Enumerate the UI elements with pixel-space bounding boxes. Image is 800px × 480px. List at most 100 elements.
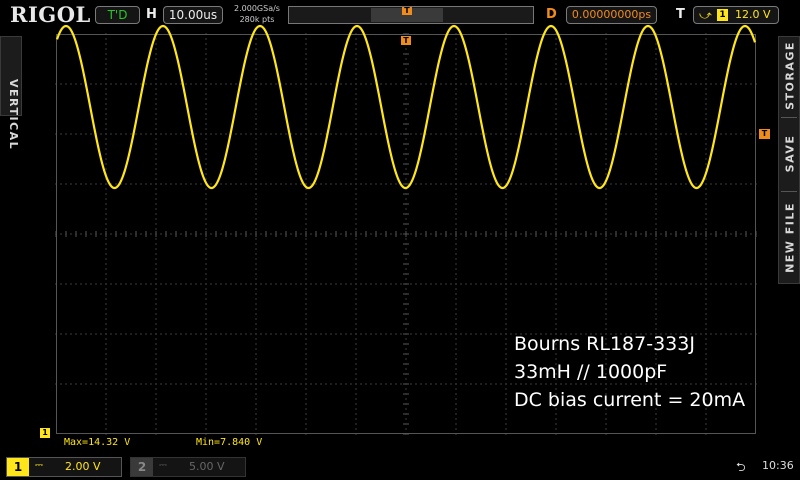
grid-dot bbox=[105, 388, 107, 390]
grid-dot bbox=[320, 233, 322, 235]
grid-dot bbox=[205, 358, 207, 360]
trigger-level-marker[interactable]: T bbox=[759, 129, 770, 139]
grid-dot bbox=[555, 183, 557, 185]
grid-dot bbox=[750, 133, 752, 135]
grid-dot bbox=[280, 133, 282, 135]
grid-dot bbox=[185, 133, 187, 135]
grid-dot bbox=[605, 158, 607, 160]
grid-dot bbox=[205, 188, 207, 190]
grid-dot bbox=[290, 383, 292, 385]
grid-dot bbox=[355, 333, 357, 335]
grid-dot bbox=[415, 283, 417, 285]
grid-dot bbox=[255, 108, 257, 110]
grid-dot bbox=[90, 333, 92, 335]
grid-dot bbox=[260, 183, 262, 185]
grid-dot bbox=[205, 58, 207, 60]
grid-dot bbox=[640, 133, 642, 135]
grid-dot bbox=[205, 418, 207, 420]
grid-dot bbox=[740, 233, 742, 235]
grid-dot bbox=[255, 243, 257, 245]
grid-dot bbox=[260, 133, 262, 135]
grid-dot bbox=[80, 233, 82, 235]
grid-dot bbox=[705, 93, 707, 95]
grid-dot bbox=[555, 78, 557, 80]
grid-dot bbox=[105, 118, 107, 120]
grid-dot bbox=[355, 248, 357, 250]
grid-dot bbox=[305, 313, 307, 315]
grid-dot bbox=[555, 308, 557, 310]
grid-dot bbox=[445, 383, 447, 385]
grid-dot bbox=[405, 208, 407, 210]
grid-dot bbox=[105, 433, 107, 435]
grid-dot bbox=[555, 208, 557, 210]
grid-dot bbox=[205, 323, 207, 325]
grid-dot bbox=[95, 283, 97, 285]
grid-dot bbox=[255, 343, 257, 345]
grid-dot bbox=[355, 433, 357, 435]
grid-dot bbox=[350, 333, 352, 335]
grid-dot bbox=[105, 108, 107, 110]
grid-dot bbox=[665, 183, 667, 185]
grid-dot bbox=[105, 33, 107, 35]
grid-dot bbox=[255, 378, 257, 380]
grid-dot bbox=[240, 133, 242, 135]
channel-1-settings[interactable]: 1 ⎓ 2.00 V bbox=[6, 457, 122, 477]
grid-dot bbox=[455, 408, 457, 410]
grid-dot bbox=[705, 48, 707, 50]
grid-dot bbox=[455, 158, 457, 160]
grid-dot bbox=[605, 53, 607, 55]
grid-dot bbox=[555, 253, 557, 255]
grid-dot bbox=[155, 173, 157, 175]
grid-dot bbox=[185, 383, 187, 385]
grid-dot bbox=[395, 383, 397, 385]
grid-dot bbox=[155, 118, 157, 120]
grid-dot bbox=[305, 53, 307, 55]
grid-dot bbox=[495, 283, 497, 285]
grid-dot bbox=[605, 73, 607, 75]
grid-dot bbox=[190, 233, 192, 235]
grid-dot bbox=[375, 283, 377, 285]
channel-2-settings[interactable]: 2 ⎓ 5.00 V bbox=[130, 457, 246, 477]
grid-dot bbox=[120, 83, 122, 85]
grid-dot bbox=[105, 348, 107, 350]
grid-dot bbox=[205, 283, 207, 285]
grid-dot bbox=[420, 283, 422, 285]
grid-dot bbox=[605, 303, 607, 305]
grid-dot bbox=[105, 83, 107, 85]
grid-dot bbox=[355, 283, 357, 285]
grid-dot bbox=[550, 183, 552, 185]
grid-dot bbox=[580, 183, 582, 185]
grid-dot bbox=[655, 308, 657, 310]
grid-dot bbox=[210, 233, 212, 235]
grid-dot bbox=[345, 83, 347, 85]
grid-dot bbox=[195, 333, 197, 335]
grid-dot bbox=[255, 288, 257, 290]
grid-dot bbox=[155, 318, 157, 320]
grid-dot bbox=[255, 258, 257, 260]
grid-dot bbox=[55, 83, 57, 85]
grid-dot bbox=[205, 48, 207, 50]
grid-dot bbox=[200, 383, 202, 385]
channel-1-ground-marker[interactable]: 1 bbox=[40, 428, 50, 438]
grid-dot bbox=[295, 283, 297, 285]
grid-dot bbox=[735, 133, 737, 135]
grid-dot bbox=[665, 283, 667, 285]
grid-dot bbox=[455, 358, 457, 360]
grid-dot bbox=[365, 133, 367, 135]
grid-dot bbox=[330, 283, 332, 285]
grid-dot bbox=[205, 243, 207, 245]
grid-dot bbox=[455, 183, 457, 185]
grid-dot bbox=[305, 103, 307, 105]
grid-dot bbox=[400, 133, 402, 135]
trigger-position-marker[interactable]: T bbox=[401, 36, 411, 45]
grid-dot bbox=[460, 233, 462, 235]
grid-dot bbox=[320, 133, 322, 135]
grid-dot bbox=[745, 283, 747, 285]
grid-dot bbox=[105, 243, 107, 245]
grid-dot bbox=[285, 83, 287, 85]
grid-dot bbox=[750, 183, 752, 185]
grid-dot bbox=[105, 253, 107, 255]
grid-dot bbox=[685, 133, 687, 135]
grid-dot bbox=[605, 103, 607, 105]
grid-dot bbox=[490, 333, 492, 335]
